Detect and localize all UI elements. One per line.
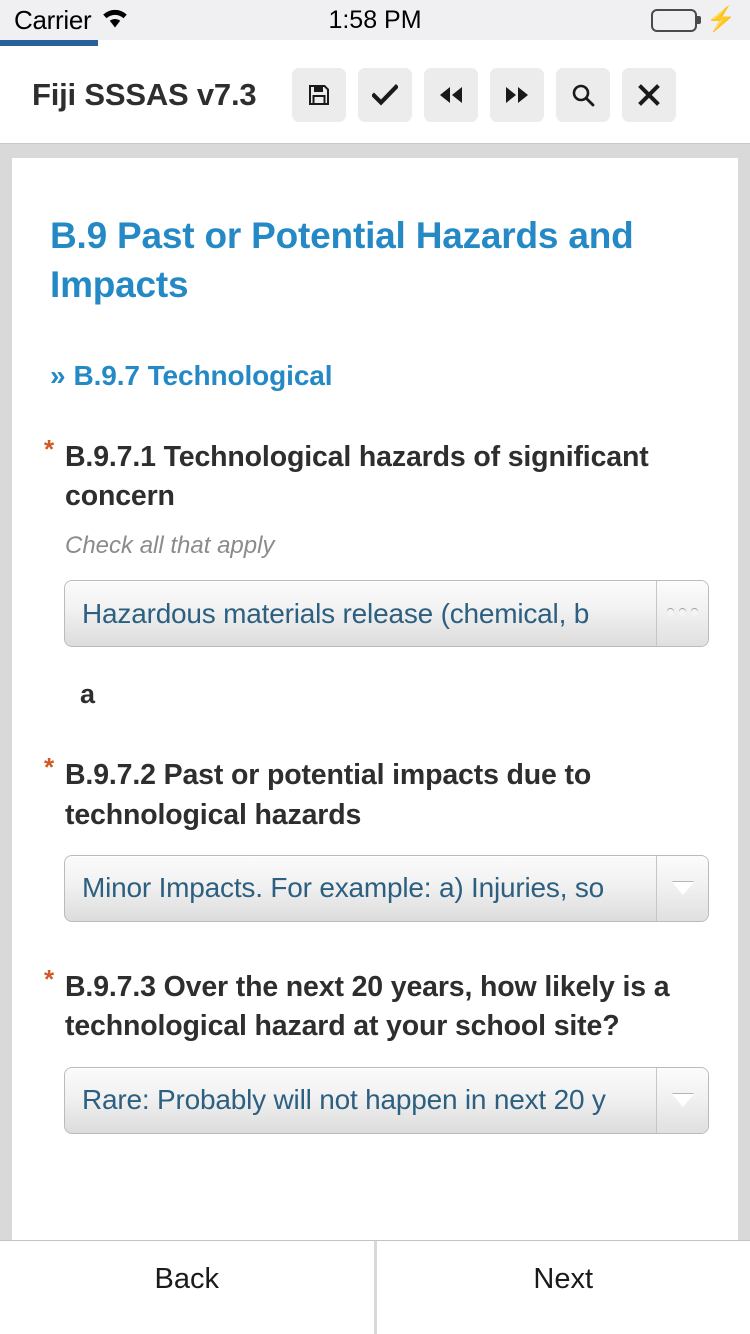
question-b972-value: Minor Impacts. For example: a) Injuries,…	[82, 872, 605, 904]
close-x-icon	[638, 83, 661, 106]
section-title: B.9 Past or Potential Hazards and Impact…	[50, 215, 634, 305]
validate-button[interactable]	[358, 67, 413, 122]
form-scroll-area[interactable]: B.9 Past or Potential Hazards and Impact…	[0, 144, 750, 1240]
checkmark-icon	[372, 83, 399, 107]
wifi-icon	[100, 7, 130, 34]
status-bar: Carrier 1:58 PM ⚡	[0, 0, 750, 40]
question-b972-text: B.9.7.2 Past or potential impacts due to…	[65, 759, 592, 831]
question-b973-value: Rare: Probably will not happen in next 2…	[82, 1084, 606, 1116]
lightning-bolt-icon: ⚡	[706, 6, 736, 33]
question-b971-hint: Check all that apply	[65, 532, 275, 560]
battery-icon	[651, 8, 702, 32]
question-b971-text: B.9.7.1 Technological hazards of signifi…	[65, 440, 649, 512]
question-b973-select[interactable]: Rare: Probably will not happen in next 2…	[64, 1066, 709, 1134]
previous-button[interactable]	[424, 67, 479, 122]
search-icon	[571, 83, 595, 107]
floppy-disk-icon	[307, 83, 331, 107]
toolbar	[292, 67, 677, 122]
close-button[interactable]	[622, 67, 677, 122]
next-button[interactable]	[490, 67, 545, 122]
status-bar-right: ⚡	[651, 8, 736, 32]
question-b971-multiselect[interactable]: Hazardous materials release (chemical, b	[64, 580, 709, 648]
rewind-icon	[438, 84, 464, 106]
next-nav-button[interactable]: Next	[376, 1241, 750, 1334]
required-asterisk: *	[44, 752, 54, 783]
question-b973: * B.9.7.3 Over the next 20 years, how li…	[44, 966, 709, 1134]
ellipsis-icon[interactable]	[656, 581, 708, 647]
question-b971-value: Hazardous materials release (chemical, b	[82, 597, 590, 629]
question-b971-echo: a	[80, 679, 96, 710]
app-title: Fiji SSSAS v7.3	[32, 76, 257, 112]
form-card: B.9 Past or Potential Hazards and Impact…	[12, 158, 738, 1240]
app-root: Carrier 1:58 PM ⚡ Fiji SSSAS v7.3 B.9 Pa…	[0, 0, 750, 1334]
question-b972-label: * B.9.7.2 Past or potential impacts due …	[44, 752, 700, 835]
status-bar-left: Carrier	[14, 5, 130, 36]
carrier-label: Carrier	[14, 4, 92, 35]
double-chevron-icon: »	[50, 359, 66, 391]
question-b973-text: B.9.7.3 Over the next 20 years, how like…	[65, 970, 670, 1043]
subsection-title: » B.9.7 Technological	[50, 360, 700, 392]
question-b971-label: * B.9.7.1 Technological hazards of signi…	[44, 433, 700, 517]
fast-forward-icon	[504, 84, 530, 106]
question-b972: * B.9.7.2 Past or potential impacts due …	[44, 754, 709, 922]
save-button[interactable]	[292, 67, 347, 122]
question-b973-label: * B.9.7.3 Over the next 20 years, how li…	[44, 963, 700, 1047]
chevron-down-icon[interactable]	[656, 855, 708, 921]
question-b971: * B.9.7.1 Technological hazards of signi…	[44, 436, 709, 711]
app-header: Fiji SSSAS v7.3	[0, 46, 750, 144]
required-asterisk: *	[44, 963, 54, 994]
chevron-down-icon[interactable]	[656, 1067, 708, 1133]
question-b972-select[interactable]: Minor Impacts. For example: a) Injuries,…	[64, 854, 709, 922]
back-button[interactable]: Back	[0, 1241, 374, 1334]
search-button[interactable]	[556, 67, 611, 122]
subsection-title-label: B.9.7 Technological	[73, 359, 333, 391]
required-asterisk: *	[44, 433, 54, 464]
footer-navigation: Back Next	[0, 1240, 750, 1334]
